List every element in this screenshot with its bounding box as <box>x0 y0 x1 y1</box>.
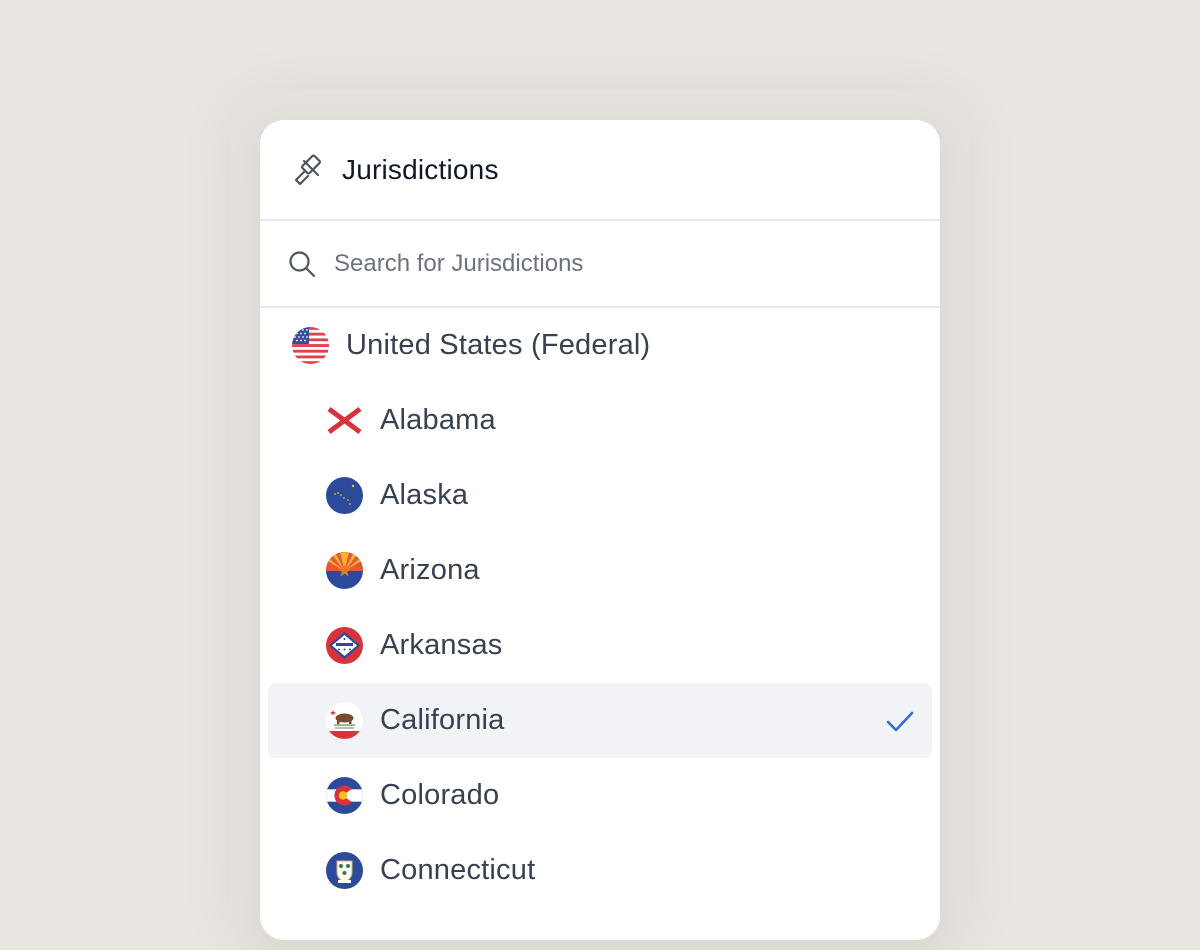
jurisdiction-item-arkansas[interactable]: Arkansas <box>268 608 932 683</box>
jurisdiction-item-alabama[interactable]: Alabama <box>268 383 932 458</box>
jurisdiction-list: United States (Federal) Alabama Alaska A… <box>260 308 940 908</box>
jurisdiction-item-california[interactable]: California <box>268 683 932 758</box>
california-flag-icon <box>326 702 363 739</box>
jurisdiction-label: Colorado <box>380 779 500 811</box>
jurisdiction-label: Connecticut <box>380 854 536 886</box>
jurisdiction-label: United States (Federal) <box>346 329 651 361</box>
us-flag-icon <box>292 327 329 364</box>
jurisdiction-item-arizona[interactable]: Arizona <box>268 533 932 608</box>
panel-title: Jurisdictions <box>342 153 499 185</box>
alaska-flag-icon <box>326 477 363 514</box>
jurisdiction-label: Arizona <box>380 554 480 586</box>
jurisdiction-item-connecticut[interactable]: Connecticut <box>268 833 932 908</box>
jurisdiction-label: California <box>380 704 505 736</box>
panel-header: Jurisdictions <box>260 120 940 221</box>
checkmark-icon <box>884 705 916 737</box>
alabama-flag-icon <box>326 402 363 439</box>
arizona-flag-icon <box>326 552 363 589</box>
search-input[interactable] <box>334 249 894 278</box>
jurisdiction-label: Arkansas <box>380 629 503 661</box>
connecticut-flag-icon <box>326 852 363 889</box>
search-icon <box>286 248 318 280</box>
jurisdiction-item-colorado[interactable]: Colorado <box>268 758 932 833</box>
jurisdictions-panel: Jurisdictions Search for Jurisdictions U… <box>260 120 940 940</box>
arkansas-flag-icon <box>326 627 363 664</box>
jurisdiction-item-united-states-federal[interactable]: United States (Federal) <box>268 308 932 383</box>
gavel-icon <box>292 152 328 188</box>
jurisdiction-label: Alaska <box>380 479 469 511</box>
jurisdiction-label: Alabama <box>380 404 496 436</box>
jurisdiction-item-alaska[interactable]: Alaska <box>268 458 932 533</box>
colorado-flag-icon <box>326 777 363 814</box>
search-bar <box>260 221 940 308</box>
